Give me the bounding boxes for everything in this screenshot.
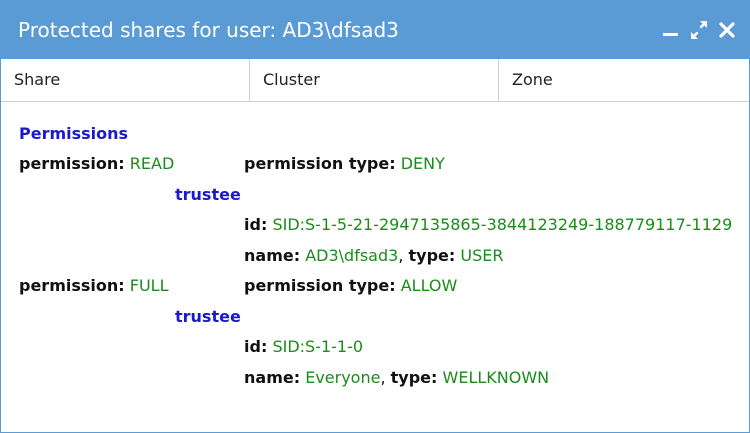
trustee-id-value: SID:S-1-5-21-2947135865-3844123249-18877… xyxy=(272,215,733,234)
id-key: id: xyxy=(244,337,268,356)
column-header-zone[interactable]: Zone xyxy=(499,59,749,101)
permission-key: permission: xyxy=(19,154,125,173)
trustee-id-value: SID:S-1-1-0 xyxy=(272,337,364,356)
permission-value: READ xyxy=(129,154,175,173)
trustee-id-row: id: SID:S-1-1-0 xyxy=(244,336,363,358)
permission-row: permission: READ xyxy=(19,153,174,175)
permission-type-key: permission type: xyxy=(244,154,396,173)
minimize-button[interactable] xyxy=(661,19,681,41)
trustee-id-row: id: SID:S-1-5-21-2947135865-3844123249-1… xyxy=(244,214,732,236)
permission-key: permission: xyxy=(19,276,125,295)
maximize-icon xyxy=(691,21,707,39)
close-button[interactable] xyxy=(717,19,737,41)
permission-type-value: DENY xyxy=(400,154,445,173)
trustee-name-row: name: AD3\dfsad3, type: USER xyxy=(244,245,503,267)
comma-separator: , xyxy=(398,246,404,265)
trustee-label: trustee xyxy=(175,185,241,204)
permission-value: FULL xyxy=(129,276,169,295)
maximize-button[interactable] xyxy=(689,19,709,41)
table-header: Share Cluster Zone xyxy=(1,59,749,102)
permissions-section-title: Permissions xyxy=(19,124,129,143)
type-key: type: xyxy=(408,246,456,265)
window-titlebar[interactable]: Protected shares for user: AD3\dfsad3 xyxy=(1,1,749,59)
name-key: name: xyxy=(244,246,301,265)
permission-type-row: permission type: ALLOW xyxy=(244,275,457,297)
permissions-details: Permissions permission: READ permission … xyxy=(1,102,749,432)
comma-separator: , xyxy=(380,368,386,387)
trustee-label: trustee xyxy=(175,307,241,326)
permission-type-key: permission type: xyxy=(244,276,396,295)
id-key: id: xyxy=(244,215,268,234)
permission-row: permission: FULL xyxy=(19,275,169,297)
trustee-name-value: Everyone xyxy=(305,368,381,387)
trustee-type-value: USER xyxy=(460,246,504,265)
trustee-type-value: WELLKNOWN xyxy=(442,368,550,387)
window-title: Protected shares for user: AD3\dfsad3 xyxy=(18,18,399,42)
protected-shares-window: Protected shares for user: AD3\dfsad3 Sh… xyxy=(0,0,750,433)
permission-type-value: ALLOW xyxy=(400,276,458,295)
trustee-name-row: name: Everyone, type: WELLKNOWN xyxy=(244,367,549,389)
trustee-name-value: AD3\dfsad3 xyxy=(305,246,399,265)
column-header-share[interactable]: Share xyxy=(1,59,250,101)
permission-type-row: permission type: DENY xyxy=(244,153,445,175)
name-key: name: xyxy=(244,368,301,387)
column-header-cluster[interactable]: Cluster xyxy=(250,59,499,101)
type-key: type: xyxy=(390,368,438,387)
minimize-icon xyxy=(663,33,678,36)
close-icon xyxy=(719,22,735,38)
